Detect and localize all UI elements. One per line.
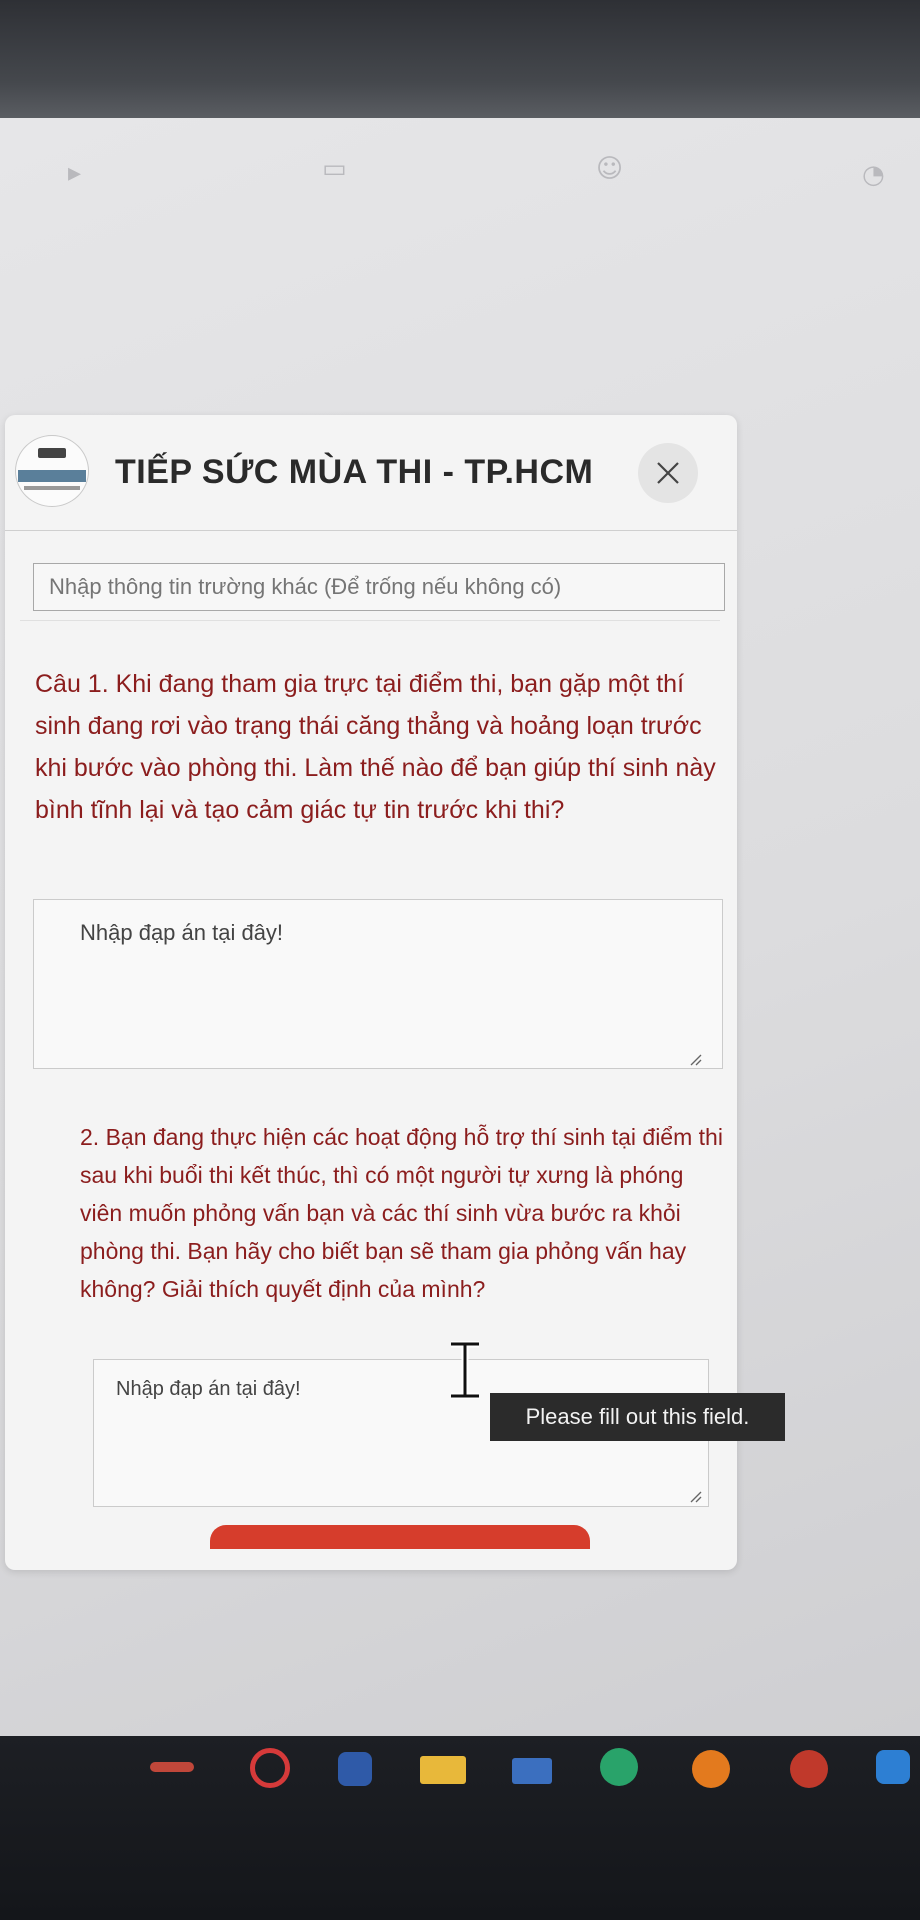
chat-icon: ◔ <box>862 160 885 190</box>
firefox-icon[interactable] <box>692 1750 730 1788</box>
organization-logo <box>15 435 89 507</box>
store-icon: ▭ <box>322 154 347 184</box>
close-button[interactable] <box>638 443 698 503</box>
divider <box>20 620 720 621</box>
text-cursor-icon <box>451 1341 479 1399</box>
submit-button[interactable] <box>210 1525 590 1549</box>
zalo-icon[interactable] <box>790 1750 828 1788</box>
question-1-text: Câu 1. Khi đang tham gia trực tại điểm t… <box>35 670 716 824</box>
edge-icon[interactable] <box>600 1748 638 1786</box>
mail-icon[interactable] <box>512 1758 552 1784</box>
resize-handle-icon[interactable] <box>688 1489 702 1503</box>
play-icon: ▸ <box>68 158 82 188</box>
group-icon: ☺ <box>596 154 624 184</box>
other-school-input[interactable] <box>33 563 725 611</box>
app-icon[interactable] <box>150 1762 194 1772</box>
validation-tooltip: Please fill out this field. <box>490 1393 785 1441</box>
word-icon[interactable] <box>338 1752 372 1786</box>
resize-handle-icon[interactable] <box>688 1052 702 1066</box>
question-2-text: 2. Bạn đang thực hiện các hoạt động hỗ t… <box>80 1124 723 1302</box>
dialog-header: TIẾP SỨC MÙA THI - TP.HCM <box>5 415 737 531</box>
monitor-bezel <box>0 0 920 118</box>
store-icon[interactable] <box>876 1750 910 1784</box>
search-icon[interactable] <box>250 1748 290 1788</box>
folder-icon[interactable] <box>420 1756 466 1784</box>
dialog-title: TIẾP SỨC MÙA THI - TP.HCM <box>115 453 594 491</box>
question-1-answer-field[interactable] <box>33 899 723 1069</box>
close-icon <box>657 462 679 484</box>
